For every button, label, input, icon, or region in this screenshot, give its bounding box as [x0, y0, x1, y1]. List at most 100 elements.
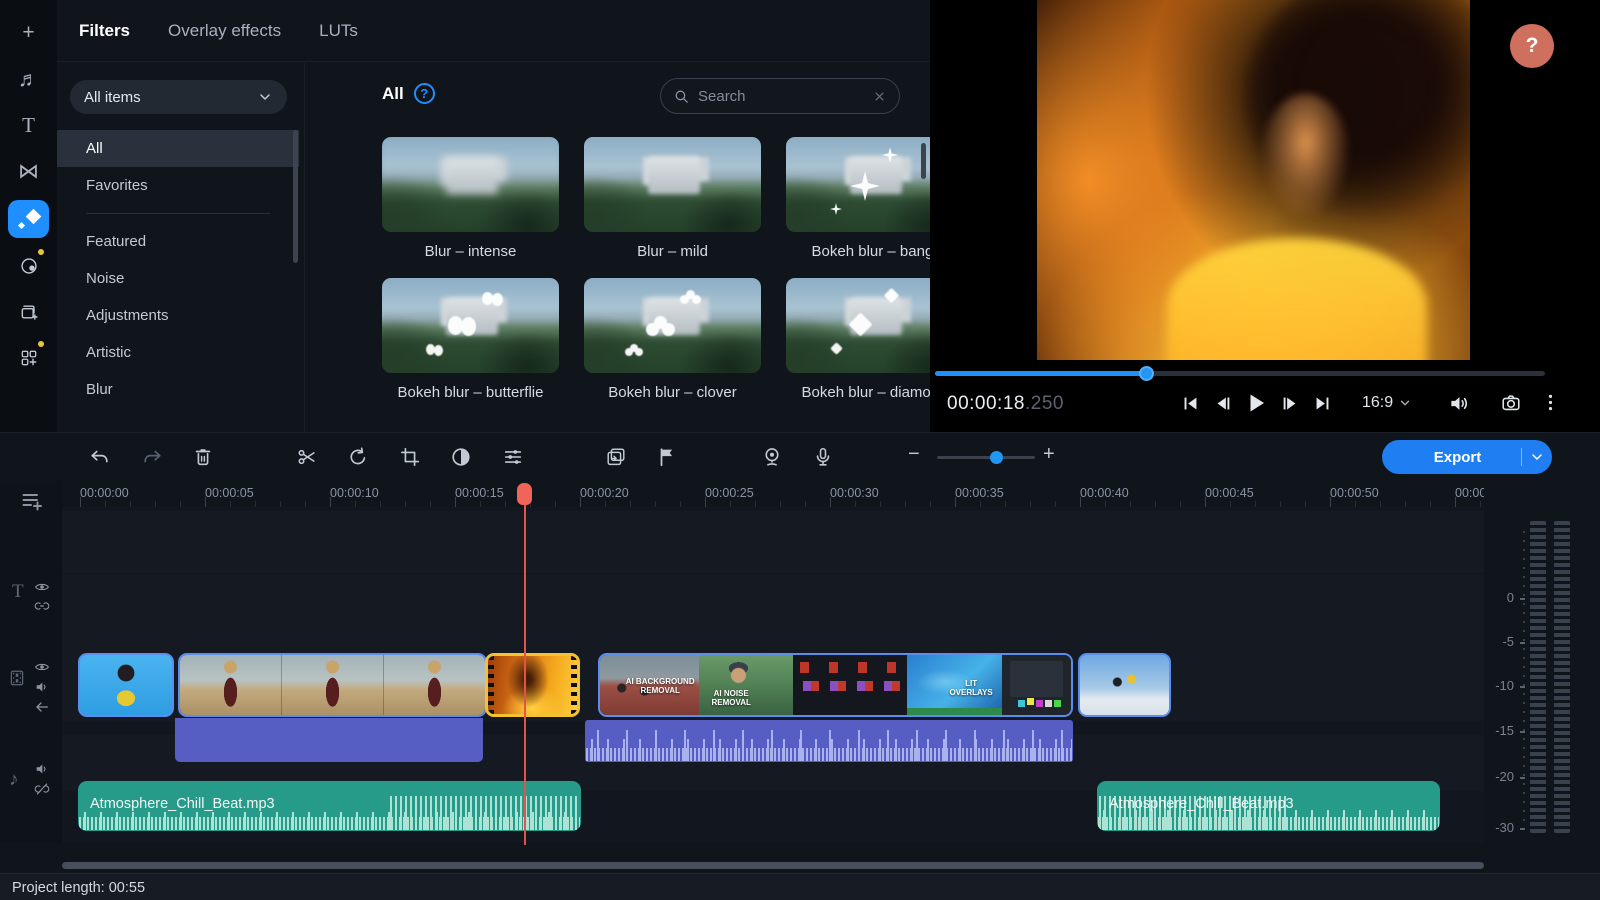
previous-frame-button[interactable]	[1211, 391, 1235, 415]
sidebar-item-add-media[interactable]: +	[8, 13, 49, 51]
tab-overlay-effects[interactable]: Overlay effects	[168, 21, 281, 41]
export-options-chevron[interactable]	[1522, 449, 1552, 465]
help-button[interactable]: ?	[1510, 24, 1554, 68]
add-track-icon[interactable]	[20, 489, 44, 518]
sidebar-item-audio[interactable]: ♬	[8, 60, 49, 98]
skip-to-start-button[interactable]	[1178, 391, 1202, 415]
timeline-ruler[interactable]: 00:00:00 00:00:05 00:00:10 00:00:15 00:0…	[0, 481, 1484, 507]
search-input[interactable]	[698, 88, 848, 105]
filter-grid-area: All ? Blur – intense Blur – mild	[305, 63, 930, 432]
skip-to-end-button[interactable]	[1310, 391, 1334, 415]
timecode-fraction: .250	[1025, 393, 1064, 414]
search-box	[660, 78, 900, 114]
category-favorites[interactable]: Favorites	[57, 167, 299, 204]
bokeh-butterfly	[426, 344, 435, 355]
filter-card[interactable]: Blur – intense	[382, 137, 559, 260]
crop-button[interactable]	[399, 446, 421, 468]
category-blur[interactable]: Blur	[57, 371, 299, 408]
collection-dropdown[interactable]: All items	[70, 80, 287, 114]
title-track-visibility-icon[interactable]	[34, 579, 50, 595]
next-frame-button[interactable]	[1277, 391, 1301, 415]
filter-label: Bokeh blur – butterflie	[382, 384, 559, 401]
bokeh-clover	[630, 344, 638, 352]
filter-card[interactable]: Blur – mild	[584, 137, 761, 260]
tab-filters[interactable]: Filters	[79, 21, 130, 41]
sidebar-item-effects[interactable]	[8, 247, 49, 285]
category-adjustments[interactable]: Adjustments	[57, 297, 299, 334]
audio-clip-1[interactable]: Atmosphere_Chill_Beat.mp3	[78, 781, 581, 831]
video-clip-1[interactable]	[78, 653, 174, 717]
mute-button[interactable]	[1448, 392, 1471, 415]
zoom-in-button[interactable]: +	[1043, 443, 1055, 466]
effects-panel: Filters Overlay effects LUTs All items A…	[57, 0, 930, 432]
playhead-handle[interactable]	[517, 483, 532, 505]
export-label: Export	[1382, 449, 1521, 466]
zoom-out-button[interactable]: −	[908, 443, 920, 466]
clear-search-icon[interactable]	[872, 89, 887, 104]
video-clip-2[interactable]	[178, 653, 487, 717]
scrollbar-thumb[interactable]	[62, 862, 1484, 869]
rotate-button[interactable]	[347, 446, 369, 468]
color-adjustments-button[interactable]	[450, 446, 472, 468]
seek-bar[interactable]	[935, 371, 1545, 376]
filter-label: Bokeh blur – clover	[584, 384, 761, 401]
clip-properties-button[interactable]	[502, 446, 524, 468]
sidebar-item-transitions[interactable]: ⋈	[8, 152, 49, 190]
ruler-ticks	[62, 497, 1484, 507]
horizontal-scrollbar[interactable]	[62, 862, 1484, 870]
video-clip-5[interactable]	[1078, 653, 1171, 717]
audio-track-icon: ♪	[9, 769, 19, 791]
timeline-toolbar: − + Export	[0, 433, 1600, 481]
audio-clip-2[interactable]: Atmosphere_Chill_Beat.mp3	[1097, 781, 1440, 831]
category-all[interactable]: All	[57, 130, 299, 167]
video-track-visibility-icon[interactable]	[34, 659, 50, 675]
meter-label: 0	[1484, 590, 1514, 605]
meter-label: -15	[1484, 723, 1514, 738]
more-options-button[interactable]	[1540, 392, 1561, 413]
filter-card[interactable]: Bokeh blur – butterflie	[382, 278, 559, 401]
sidebar-item-stickers[interactable]	[8, 293, 49, 331]
redo-button[interactable]	[141, 446, 163, 468]
video-track-back-icon[interactable]	[34, 699, 50, 715]
sidebar-item-more-tools[interactable]	[8, 339, 49, 377]
audio-track-unlink-icon[interactable]	[34, 781, 50, 797]
category-artistic[interactable]: Artistic	[57, 334, 299, 371]
delete-button[interactable]	[192, 446, 214, 468]
aspect-ratio-dropdown[interactable]: 16:9	[1362, 394, 1412, 412]
category-noise[interactable]: Noise	[57, 260, 299, 297]
grid-scrollbar[interactable]	[921, 143, 926, 179]
title-track-lane[interactable]	[62, 511, 1484, 573]
marker-button[interactable]	[656, 446, 678, 468]
export-button[interactable]: Export	[1382, 440, 1552, 474]
linked-audio-clip-2[interactable]	[175, 718, 483, 762]
sidebar-item-titles[interactable]: T	[8, 106, 49, 144]
status-bar: Project length: 00:55	[0, 873, 1600, 900]
voice-record-button[interactable]	[812, 446, 834, 468]
timeline-zoom-slider[interactable]	[937, 456, 1035, 459]
audio-track-mute-icon[interactable]	[34, 761, 50, 777]
webcam-capture-button[interactable]	[761, 446, 783, 468]
sidebar-item-filters[interactable]	[8, 200, 49, 238]
preview-subject-top	[1167, 238, 1427, 360]
help-circle-icon[interactable]: ?	[414, 83, 435, 104]
tab-luts[interactable]: LUTs	[319, 21, 358, 41]
overlay-clip-button[interactable]	[605, 446, 627, 468]
undo-button[interactable]	[89, 446, 111, 468]
title-track-link-icon[interactable]	[34, 598, 50, 614]
clip-caption: LIT OVERLAYS	[944, 679, 999, 697]
filter-card[interactable]: Bokeh blur – clover	[584, 278, 761, 401]
seek-handle[interactable]	[1139, 366, 1154, 381]
video-clip-3-selected[interactable]	[485, 653, 580, 717]
video-track-mute-icon[interactable]	[34, 679, 50, 695]
zoom-slider-handle[interactable]	[990, 451, 1003, 464]
linked-audio-clip-4[interactable]	[585, 720, 1073, 762]
category-scrollbar[interactable]	[293, 130, 298, 263]
snapshot-button[interactable]	[1500, 392, 1522, 414]
clip-caption: AI BACKGROUND REMOVAL	[625, 677, 695, 695]
clip-frame	[1002, 655, 1071, 715]
play-button[interactable]	[1244, 391, 1268, 415]
timeline-tracks[interactable]: AI BACKGROUND REMOVAL AI NOISE REMOVAL L…	[62, 507, 1484, 843]
category-featured[interactable]: Featured	[57, 223, 299, 260]
video-clip-4[interactable]: AI BACKGROUND REMOVAL AI NOISE REMOVAL L…	[598, 653, 1073, 717]
split-button[interactable]	[296, 446, 318, 468]
